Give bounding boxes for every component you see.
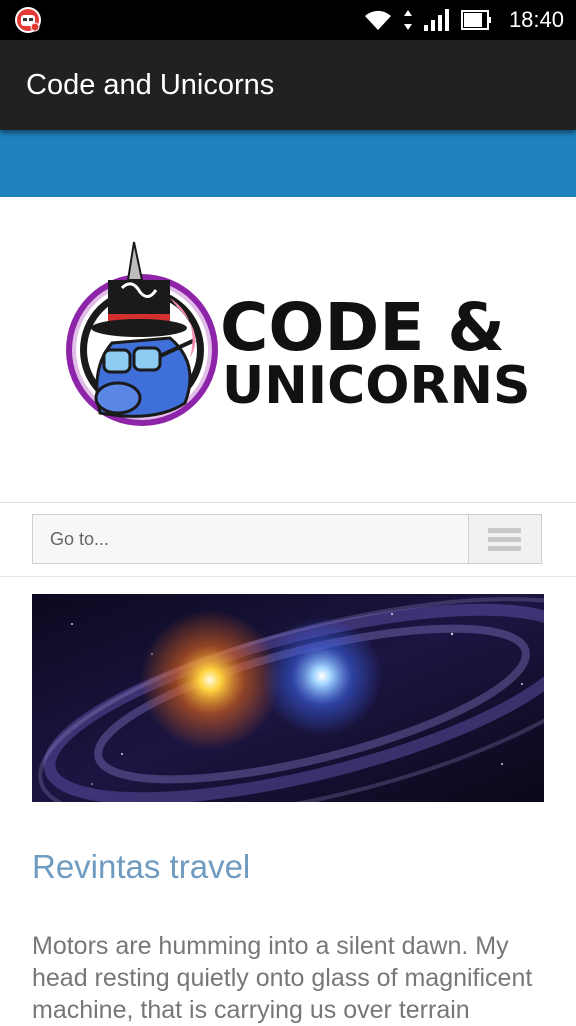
status-bar: 18:40 <box>0 0 576 40</box>
data-arrows-icon <box>403 10 412 30</box>
post-excerpt-line: machine, that is carrying us over terrai… <box>32 996 470 1024</box>
wifi-icon <box>364 10 391 30</box>
app-bar: Code and Unicorns <box>0 40 576 130</box>
hamburger-icon[interactable] <box>468 515 541 563</box>
header-accent-band <box>0 130 576 197</box>
notification-app-icon <box>15 7 41 33</box>
app-title: Code and Unicorns <box>26 69 275 101</box>
space-banner-image <box>32 594 544 802</box>
signal-icon <box>423 9 449 31</box>
divider <box>0 576 576 577</box>
logo-line-1: CODE & <box>220 289 505 366</box>
post-title-link[interactable]: Revintas travel <box>32 848 250 886</box>
logo-line-2: UNICORNS <box>222 356 530 416</box>
post-excerpt-line: head resting quietly onto glass of magni… <box>32 964 533 992</box>
post-excerpt-line: Motors are humming into a silent dawn. M… <box>32 932 509 960</box>
nav-select[interactable]: Go to... <box>32 514 542 564</box>
status-time: 18:40 <box>508 7 564 32</box>
post-excerpt: Motors are humming into a silent dawn. M… <box>32 930 552 1026</box>
divider <box>0 502 576 503</box>
nav-select-label: Go to... <box>50 529 110 549</box>
battery-icon <box>460 10 491 30</box>
site-logo[interactable]: CODE & UNICORNS <box>60 238 530 433</box>
